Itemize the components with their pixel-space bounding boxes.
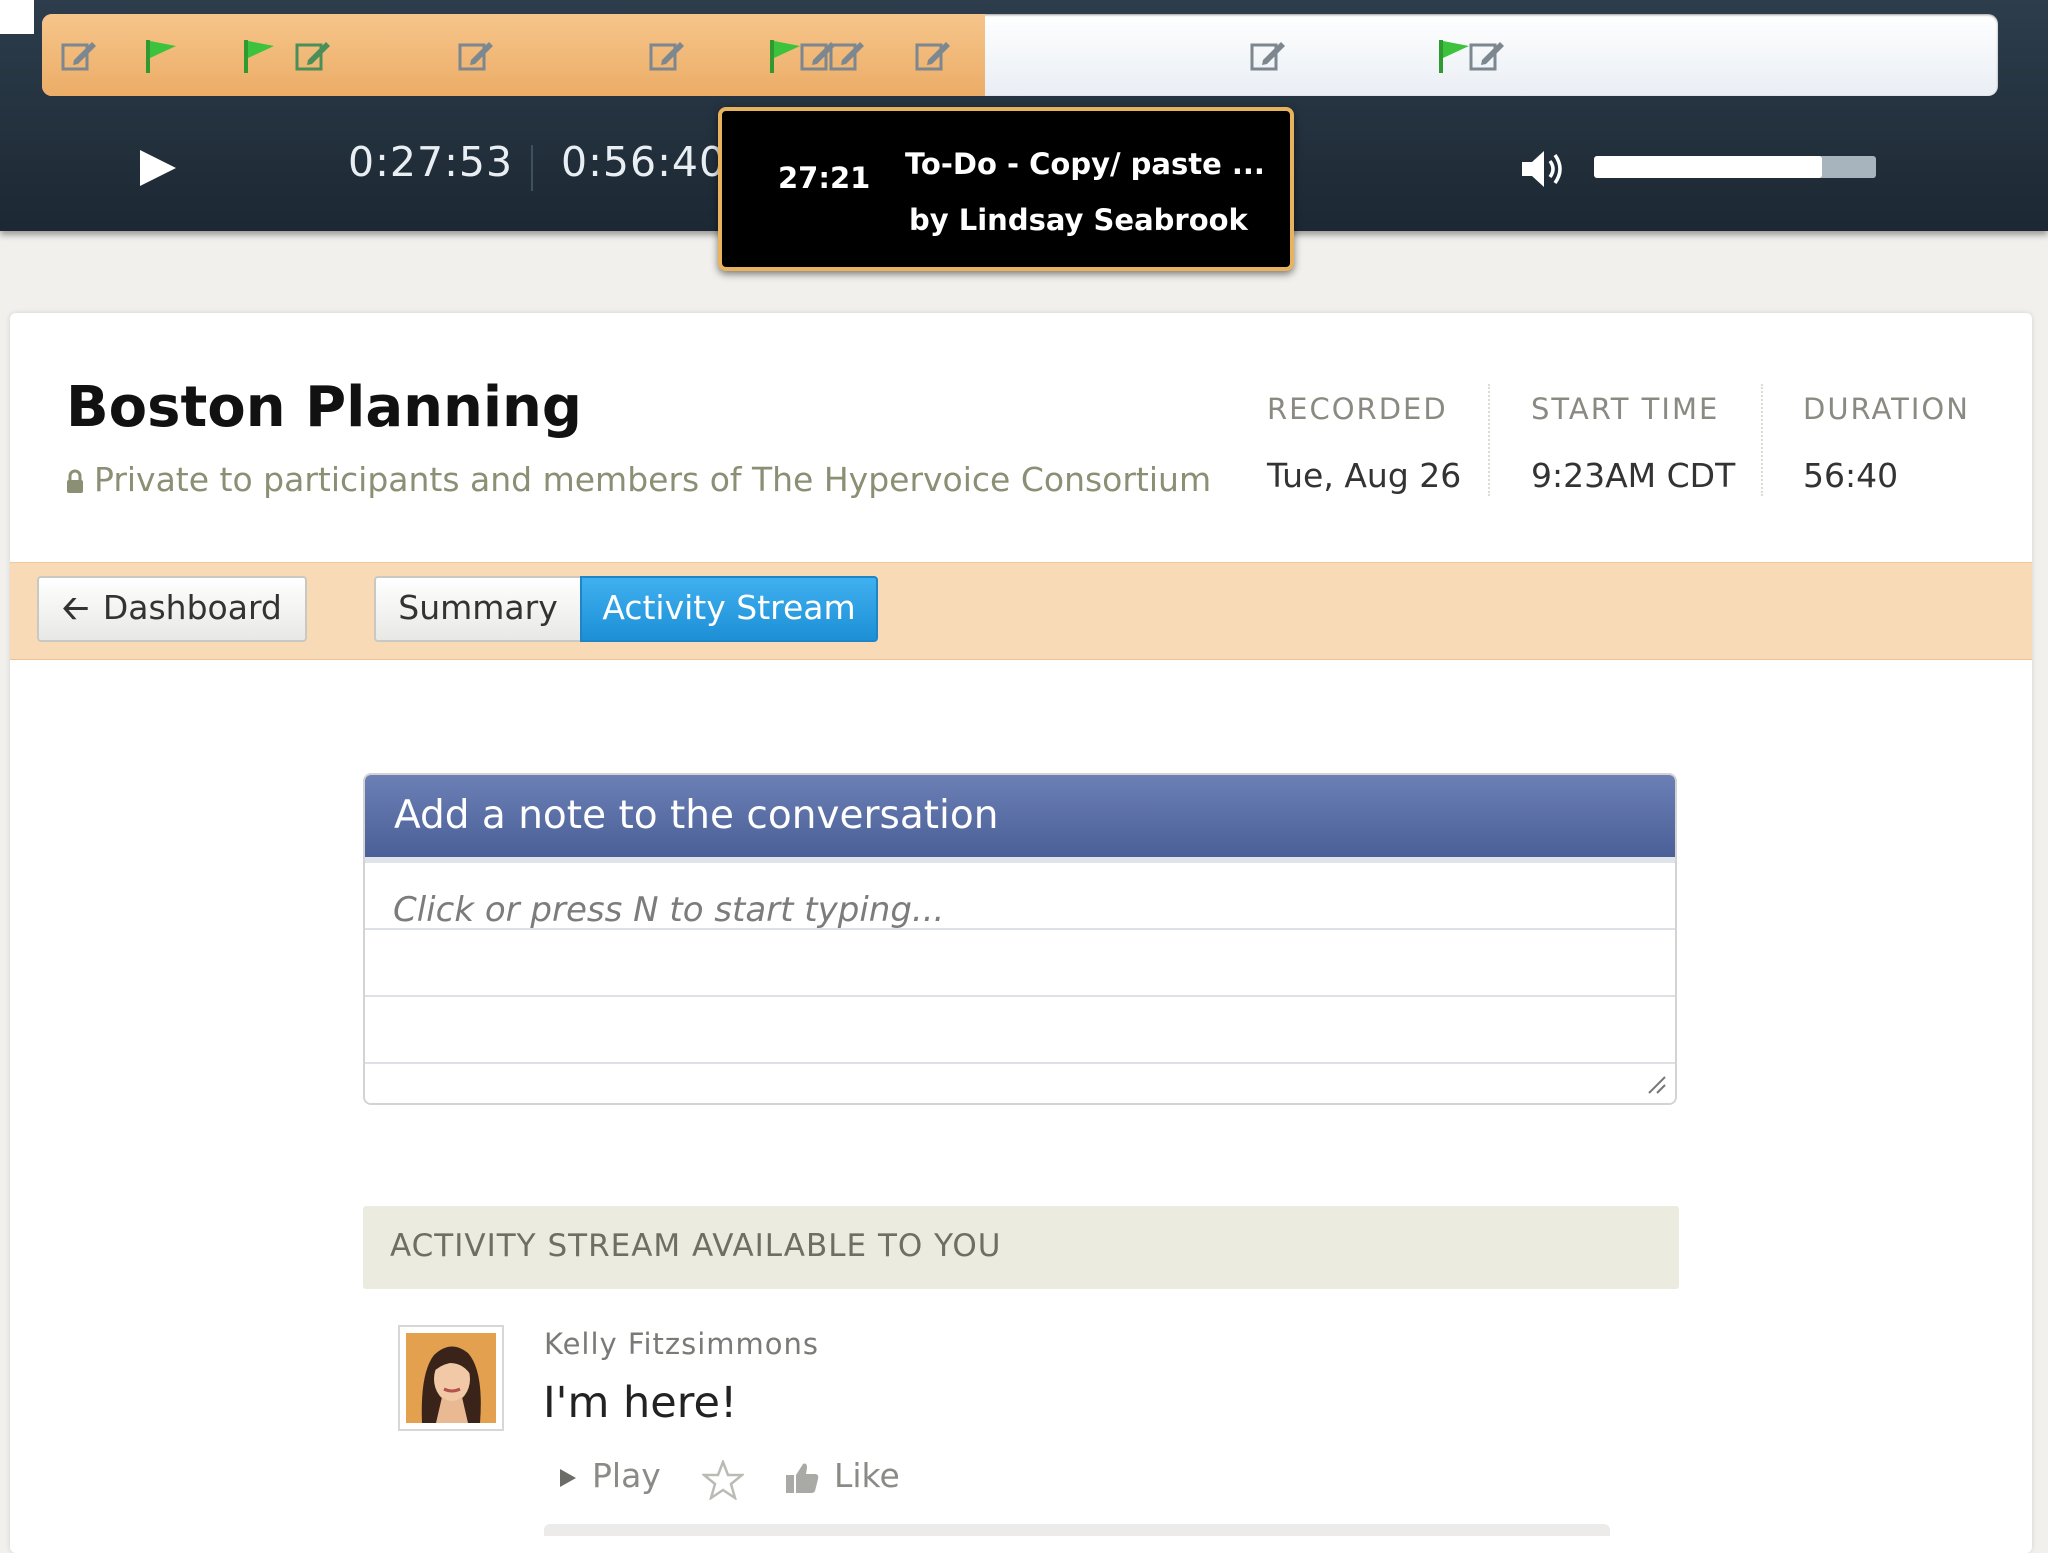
next-item-edge [544,1524,1610,1536]
tab-bar [10,562,2032,660]
flag-icon[interactable] [240,38,278,74]
star-button[interactable] [702,1458,758,1500]
meta-divider [1488,384,1490,496]
note-icon[interactable] [648,38,686,74]
note-composer: Add a note to the conversation [363,773,1677,1105]
volume-button[interactable] [1518,146,1568,192]
note-header: Add a note to the conversation [365,775,1675,863]
avatar[interactable] [398,1325,504,1431]
post-text: I'm here! [543,1378,738,1428]
note-icon[interactable] [457,38,495,74]
total-time: 0:56:40 [561,138,727,186]
activity-stream-title: ACTIVITY STREAM AVAILABLE TO YOU [390,1228,1002,1264]
note-icon[interactable] [294,38,332,74]
note-icon[interactable] [1249,38,1287,74]
like-button[interactable]: Like [784,1456,900,1495]
tooltip-time: 27:21 [778,161,871,195]
duration-value: 56:40 [1803,456,1899,495]
timeline-tooltip: 27:21 To-Do - Copy/ paste ... by Lindsay… [718,107,1294,271]
note-icon[interactable] [914,38,952,74]
lock-icon [67,469,83,493]
play-button[interactable] [136,148,180,188]
volume-icon [1522,151,1562,187]
note-input[interactable] [365,863,1675,1103]
resize-handle-icon[interactable] [1645,1073,1667,1095]
note-icon[interactable] [828,38,866,74]
post-play-button[interactable]: Play [558,1456,661,1495]
post-author[interactable]: Kelly Fitzsimmons [544,1327,819,1361]
avatar-image [406,1333,496,1423]
current-time: 0:27:53 [348,138,514,186]
star-icon [702,1459,744,1500]
arrow-left-icon: 🡠 [62,588,89,627]
note-title: Add a note to the conversation [394,793,999,838]
dashboard-button[interactable]: 🡠 Dashboard [37,576,307,642]
duration-label: DURATION [1803,392,1970,426]
time-separator [531,145,533,191]
timeline-scrubber[interactable] [42,14,1998,96]
like-label: Like [834,1456,900,1495]
start-time-label: START TIME [1531,392,1720,426]
tab-activity-stream[interactable]: Activity Stream [580,576,878,642]
play-icon [140,150,176,186]
volume-level [1594,156,1823,178]
tooltip-title: To-Do - Copy/ paste ... [905,147,1265,181]
stop-button[interactable] [0,0,34,34]
activity-stream-header: ACTIVITY STREAM AVAILABLE TO YOU [363,1206,1679,1289]
meta-divider [1761,384,1763,496]
start-time-value: 9:23AM CDT [1531,456,1736,495]
flag-icon[interactable] [142,38,180,74]
recorded-value: Tue, Aug 26 [1267,456,1462,495]
play-icon [560,1468,576,1487]
thumbs-up-icon [786,1463,819,1493]
tab-summary[interactable]: Summary [374,576,582,642]
privacy-text: Private to participants and members of T… [94,460,1212,499]
note-icon[interactable] [60,38,98,74]
recorded-label: RECORDED [1267,392,1448,426]
play-label: Play [592,1456,661,1495]
tooltip-author: by Lindsay Seabrook [909,203,1248,237]
dashboard-label: Dashboard [102,588,282,627]
privacy-notice: Private to participants and members of T… [66,460,1211,499]
page-title: Boston Planning [66,375,583,440]
volume-slider[interactable] [1594,156,1876,178]
note-icon[interactable] [1468,38,1506,74]
